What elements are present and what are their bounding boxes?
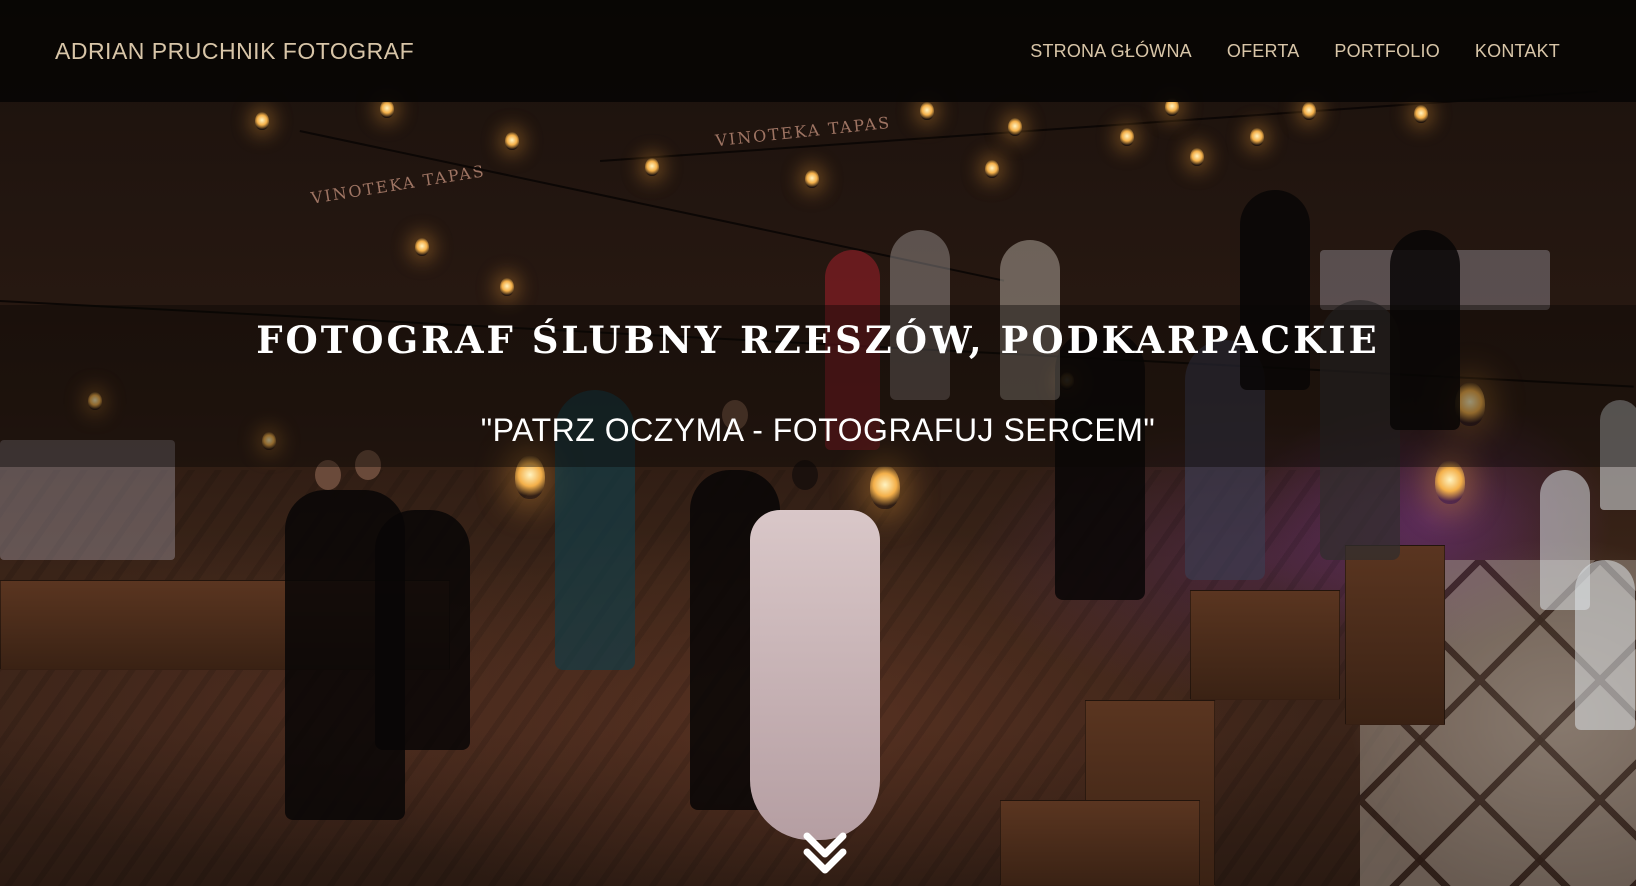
nav-item-home[interactable]: STRONA GŁÓWNA xyxy=(1030,41,1192,62)
light-bulb xyxy=(805,170,819,188)
planter-box xyxy=(1345,545,1445,725)
light-bulb xyxy=(255,112,269,130)
nav-item-contact[interactable]: KONTAKT xyxy=(1475,41,1560,62)
light-bulb xyxy=(985,160,999,178)
hero-title: FOTOGRAF ŚLUBNY RZESZÓW, PODKARPACKIE xyxy=(256,318,1380,362)
main-menu: STRONA GŁÓWNA OFERTA PORTFOLIO KONTAKT xyxy=(1030,41,1560,62)
double-chevron-down-icon[interactable] xyxy=(799,830,851,878)
light-bulb xyxy=(1120,128,1134,146)
site-logo-link[interactable]: ADRIAN PRUCHNIK FOTOGRAF xyxy=(55,38,414,65)
nav-item-offer[interactable]: OFERTA xyxy=(1227,41,1300,62)
dancing-guest xyxy=(375,510,470,750)
light-bulb xyxy=(920,102,934,120)
top-navbar: ADRIAN PRUCHNIK FOTOGRAF STRONA GŁÓWNA O… xyxy=(0,0,1636,102)
nav-item-portfolio[interactable]: PORTFOLIO xyxy=(1334,41,1440,62)
light-bulb xyxy=(1190,148,1204,166)
chair xyxy=(1575,560,1635,730)
light-bulb xyxy=(1250,128,1264,146)
light-bulb xyxy=(380,100,394,118)
hero-subtitle: "PATRZ OCZYMA - FOTOGRAFUJ SERCEM" xyxy=(480,412,1156,448)
light-bulb xyxy=(1302,102,1316,120)
light-bulb xyxy=(645,158,659,176)
light-bulb xyxy=(505,132,519,150)
bride-dress xyxy=(750,510,880,840)
light-bulb xyxy=(415,238,429,256)
restaurant-sign: VINOTEKA TAPAS xyxy=(714,112,892,151)
planter-box xyxy=(1190,590,1340,700)
restaurant-sign: VINOTEKA TAPAS xyxy=(309,161,487,208)
light-bulb xyxy=(870,465,900,509)
light-bulb xyxy=(1414,105,1428,123)
light-bulb xyxy=(500,278,514,296)
planter-box xyxy=(1000,800,1200,886)
light-bulb xyxy=(1008,118,1022,136)
